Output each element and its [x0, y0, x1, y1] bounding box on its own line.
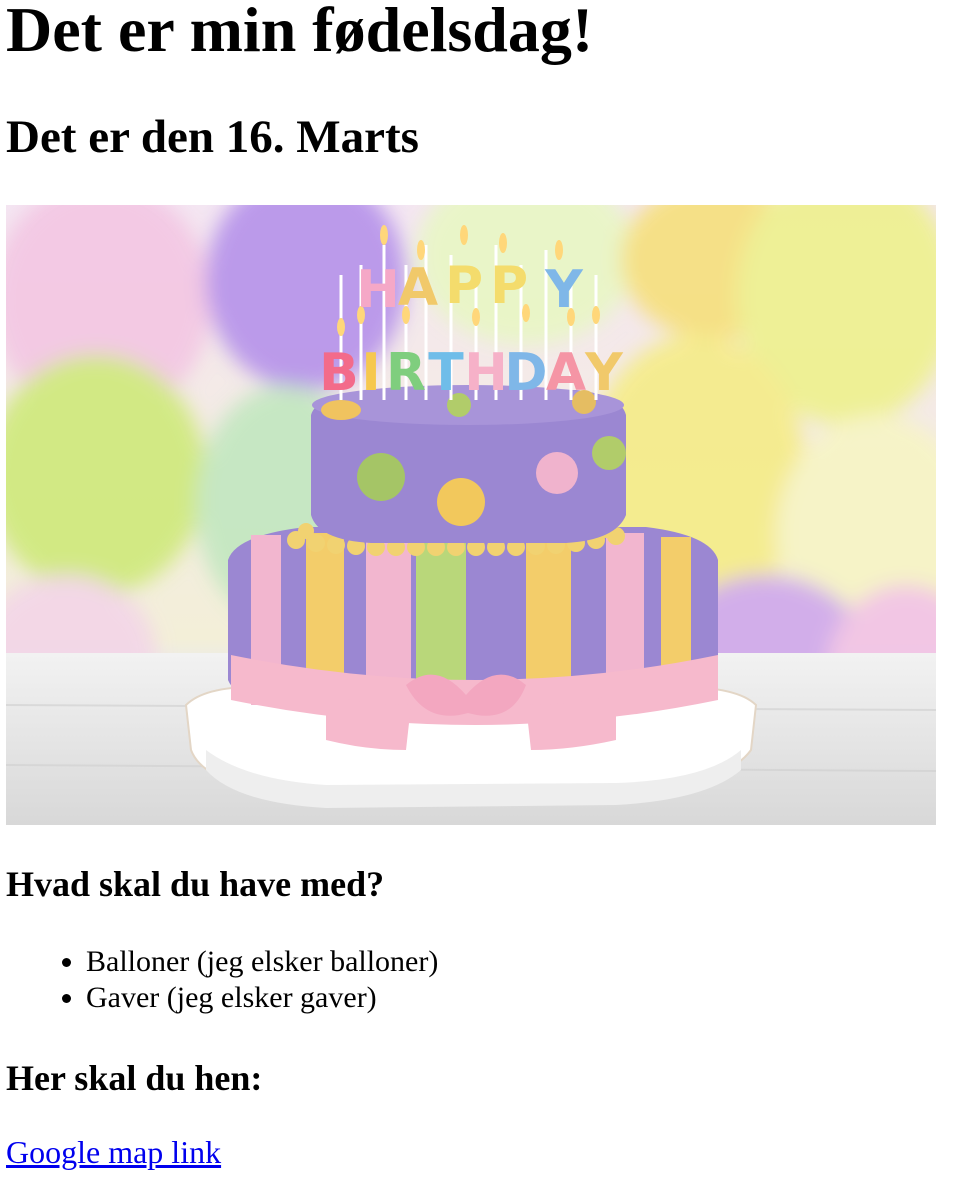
svg-text:Y: Y [544, 260, 584, 320]
svg-text:P: P [490, 256, 528, 316]
bring-heading: Hvad skal du have med? [6, 864, 385, 904]
date-heading: Det er den 16. Marts [6, 111, 419, 163]
list-item: Balloner (jeg elsker balloner) [86, 944, 438, 980]
page-title: Det er min fødelsdag! [6, 0, 594, 65]
svg-text:B: B [319, 343, 359, 403]
svg-text:R: R [386, 343, 426, 403]
list-item: Gaver (jeg elsker gaver) [86, 980, 438, 1016]
svg-text:P: P [445, 256, 483, 316]
svg-text:H: H [464, 343, 508, 403]
google-map-link[interactable]: Google map link [6, 1136, 221, 1168]
svg-text:A: A [398, 258, 438, 318]
svg-text:H: H [356, 260, 400, 320]
svg-text:D: D [504, 343, 547, 403]
svg-text:T: T [428, 343, 464, 403]
bring-list: Balloner (jeg elsker balloner) Gaver (je… [0, 944, 438, 1016]
where-heading: Her skal du hen: [6, 1058, 263, 1098]
svg-text:Y: Y [584, 343, 624, 403]
svg-text:I: I [361, 343, 380, 403]
birthday-cake-image: H A P P Y B I R T H D A Y [6, 205, 936, 825]
svg-text:A: A [546, 343, 586, 403]
